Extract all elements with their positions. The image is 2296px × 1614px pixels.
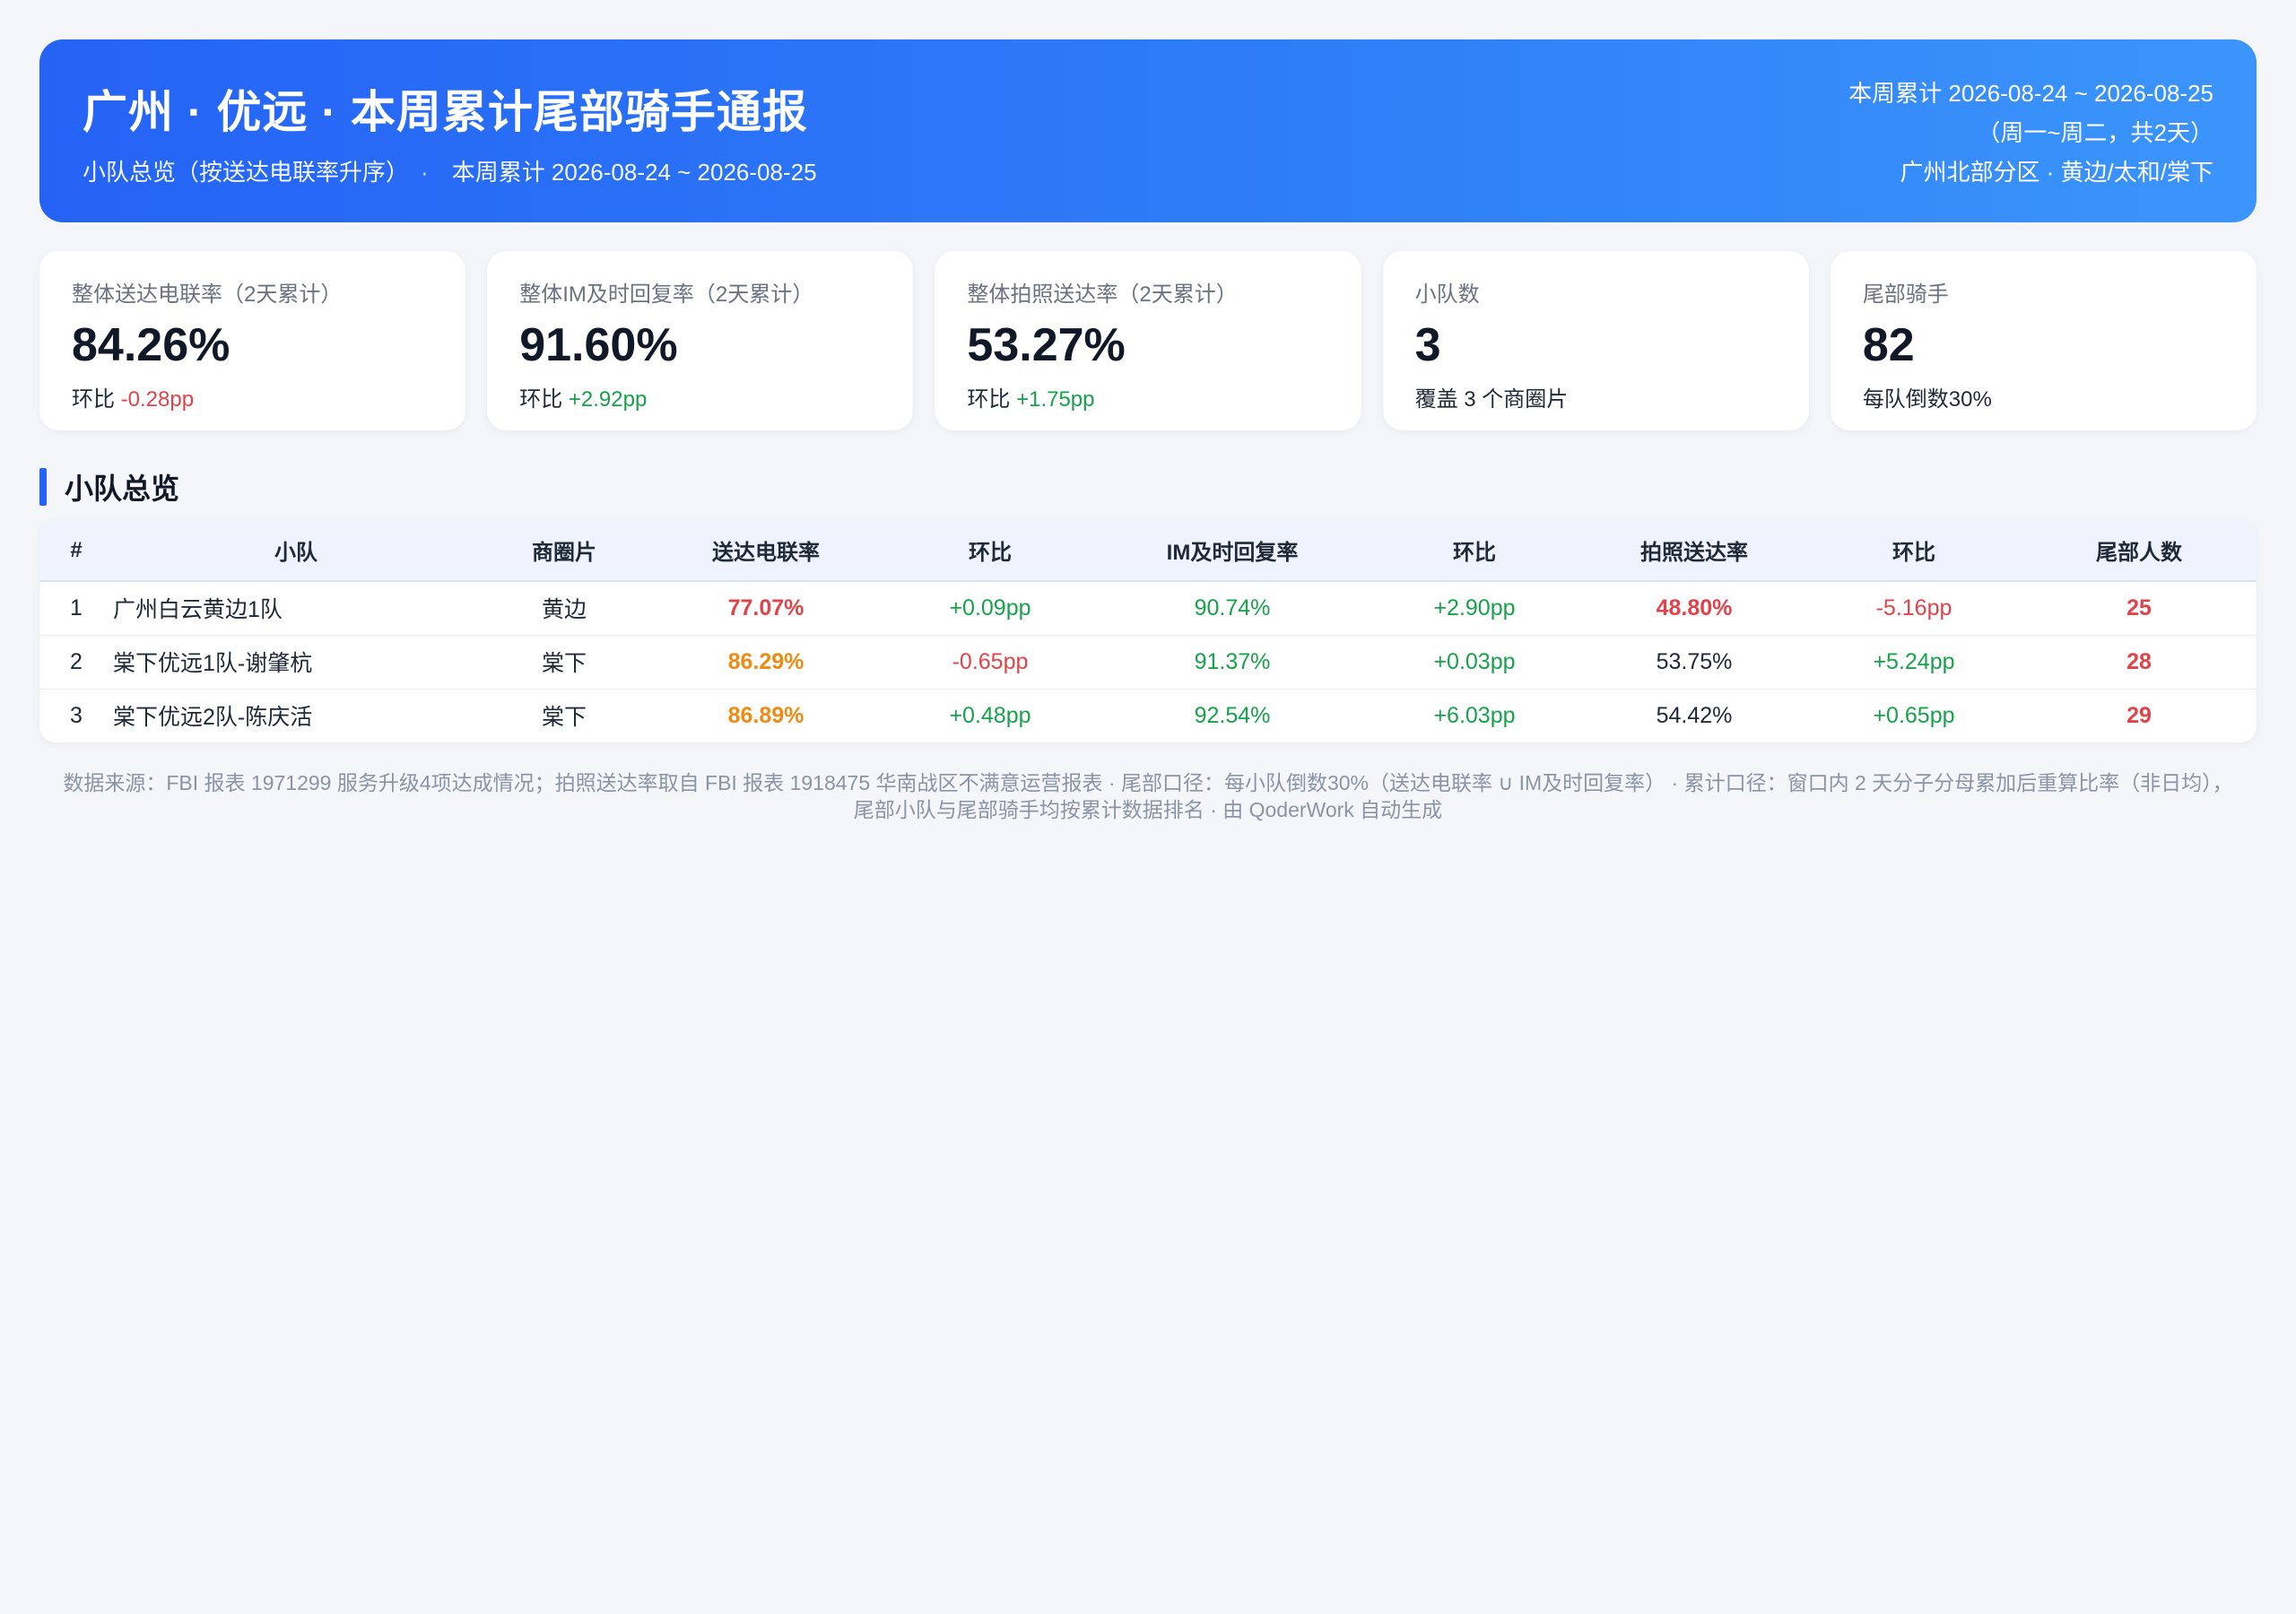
subtitle-sort-note: 小队总览（按送达电联率升序） [83,159,398,186]
col-header-index[interactable]: # [39,520,113,582]
kpi-label: 整体拍照送达率（2天累计） [967,282,1238,307]
cell-photo-change: +5.24pp [1806,635,2022,690]
col-header-tail-count[interactable]: 尾部人数 [2022,520,2257,582]
col-header-photo-change[interactable]: 环比 [1806,520,2022,582]
col-header-team[interactable]: 小队 [113,520,479,582]
kpi-value: 84.26% [72,319,230,371]
cell-photo-change: +0.65pp [1873,702,1955,728]
kpi-trend: -0.28pp [120,387,195,412]
data-source-footer: 数据来源：FBI 报表 1971299 服务升级4项达成情况；拍照送达率取自 F… [39,769,2257,823]
section-heading: 小队总览 [39,468,2257,506]
cell-index: 2 [39,635,113,690]
cell-team: 棠下优远1队-谢肇杭 [113,635,479,690]
kpi-note: 环比 +2.92pp [519,381,881,412]
cell-zone: 黄边 [479,581,649,636]
table-header-row: # 小队 商圈片 送达电联率 环比 IM及时回复率 环比 拍照送达率 环比 尾部… [39,520,2257,582]
cell-im-change: +2.90pp [1367,581,1582,636]
kpi-note: 环比 -0.28pp [72,381,433,412]
cell-photo-rate: 54.42% [1656,702,1733,728]
col-header-im-change[interactable]: 环比 [1367,520,1582,582]
kpi-note-prefix: 环比 [72,387,121,412]
kpi-label: 尾部骑手 [1862,282,1949,307]
kpi-label: 整体IM及时回复率（2天累计） [519,282,814,307]
banner-meta: 本周累计 2026-08-24 ~ 2026-08-25 （周一~周二，共2天）… [1848,74,2213,192]
col-header-call-rate[interactable]: 送达电联率 [649,520,883,582]
cell-call-change: +0.48pp [949,702,1031,728]
cell-call-change: -0.65pp [883,635,1098,690]
cell-call-change: +0.09pp [883,581,1098,636]
cell-index: 3 [70,702,83,728]
kpi-note-prefix: 环比 [519,387,569,412]
table-row[interactable]: 3 棠下优远2队-陈庆活 棠下 86.89% +0.48pp 92.54% +6… [39,689,2257,742]
meta-date-range: 本周累计 2026-08-24 ~ 2026-08-25 [1848,80,2213,107]
col-header-im-rate[interactable]: IM及时回复率 [1098,520,1367,582]
kpi-note: 环比 +1.75pp [967,381,1328,412]
header-banner: 广州 · 优远 · 本周累计尾部骑手通报 小队总览（按送达电联率升序） · 本周累计… [39,39,2257,222]
cell-tail-count: 29 [2126,702,2152,728]
kpi-trend: +2.92pp [568,387,648,412]
cell-zone: 棠下 [479,635,649,690]
cell-im-rate: 90.74% [1098,581,1367,636]
cell-tail-count: 28 [2022,635,2257,690]
kpi-value: 53.27% [967,319,1126,371]
kpi-trend: +1.75pp [1016,387,1095,412]
cell-photo-rate: 48.80% [1582,581,1806,636]
kpi-note-prefix: 环比 [967,387,1017,412]
banner-left: 广州 · 优远 · 本周累计尾部骑手通报 小队总览（按送达电联率升序） · 本周累计… [83,82,817,187]
cell-team: 棠下优远2队-陈庆活 [113,705,313,731]
meta-day-span: （周一~周二，共2天） [1977,119,2213,146]
col-header-zone[interactable]: 商圈片 [479,520,649,582]
kpi-cards: 整体送达电联率（2天累计） 84.26% 环比 -0.28pp 整体IM及时回复… [39,251,2257,430]
section-title: 小队总览 [65,473,180,505]
kpi-value: 3 [1414,319,1441,371]
kpi-card-tail-riders: 尾部骑手 82 每队倒数30% [1830,251,2257,430]
kpi-card-call-rate: 整体送达电联率（2天累计） 84.26% 环比 -0.28pp [39,251,466,430]
kpi-label: 整体送达电联率（2天累计） [72,282,343,307]
page-subtitle: 小队总览（按送达电联率升序） · 本周累计 2026-08-24 ~ 2026-08… [83,154,817,187]
col-header-call-change[interactable]: 环比 [883,520,1098,582]
section-accent-bar [39,468,47,506]
kpi-note: 每队倒数30% [1862,387,1992,412]
cell-im-rate: 91.37% [1098,635,1367,690]
kpi-card-team-count: 小队数 3 覆盖 3 个商圈片 [1382,251,1809,430]
cell-im-change: +0.03pp [1367,635,1582,690]
cell-index: 1 [39,581,113,636]
table-row[interactable]: 1 广州白云黄边1队 黄边 77.07% +0.09pp 90.74% +2.9… [39,581,2257,636]
table-row[interactable]: 2 棠下优远1队-谢肇杭 棠下 86.29% -0.65pp 91.37% +0… [39,635,2257,690]
subtitle-date-range: 本周累计 2026-08-24 ~ 2026-08-25 [451,159,817,186]
cell-call-rate: 86.29% [649,635,883,690]
cell-call-rate: 77.07% [649,581,883,636]
cell-zone: 棠下 [541,705,587,731]
kpi-card-im-rate: 整体IM及时回复率（2天累计） 91.60% 环比 +2.92pp [487,251,914,430]
kpi-value: 91.60% [519,319,678,371]
cell-tail-count: 25 [2022,581,2257,636]
kpi-label: 小队数 [1414,282,1480,307]
cell-team: 广州白云黄边1队 [113,581,479,636]
team-table: # 小队 商圈片 送达电联率 环比 IM及时回复率 环比 拍照送达率 环比 尾部… [39,520,2257,742]
cell-photo-rate: 53.75% [1582,635,1806,690]
cell-im-rate: 92.54% [1194,702,1271,728]
cell-photo-change: -5.16pp [1806,581,2022,636]
cell-call-rate: 86.89% [727,702,804,728]
cell-im-change: +6.03pp [1433,702,1516,728]
footer-line-1: 数据来源：FBI 报表 1971299 服务升级4项达成情况；拍照送达率取自 F… [63,771,2233,794]
kpi-value: 82 [1862,319,1915,371]
meta-district: 广州北部分区 · 黄边/太和/棠下 [1900,159,2213,186]
footer-line-2: 尾部小队与尾部骑手均按累计数据排名 · 由 QoderWork 自动生成 [853,798,1443,821]
page-title: 广州 · 优远 · 本周累计尾部骑手通报 [83,87,808,137]
kpi-card-photo-rate: 整体拍照送达率（2天累计） 53.27% 环比 +1.75pp [935,251,1361,430]
kpi-note: 覆盖 3 个商圈片 [1414,387,1569,412]
report-page: 广州 · 优远 · 本周累计尾部骑手通报 小队总览（按送达电联率升序） · 本周累计… [0,0,2296,823]
subtitle-separator: · [421,159,429,186]
col-header-photo-rate[interactable]: 拍照送达率 [1582,520,1806,582]
